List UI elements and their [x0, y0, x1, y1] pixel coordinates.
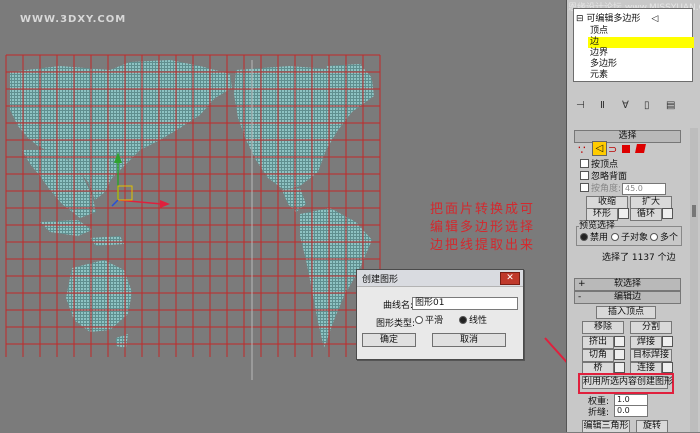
- crease-label: 折缝:: [588, 408, 610, 418]
- edge-mode-icon: ◁: [651, 14, 659, 24]
- stack-item-vertex[interactable]: 顶点: [590, 26, 608, 37]
- stack-toolbar: ⊣ Ⅱ ∀ ▯ ▤: [574, 100, 692, 114]
- transform-gizmo: [111, 152, 170, 208]
- configure-sets-icon[interactable]: ▤: [666, 100, 675, 111]
- make-unique-icon[interactable]: ∀: [622, 100, 629, 111]
- ring-spinner[interactable]: [618, 208, 629, 219]
- angle-spinner[interactable]: 45.0: [622, 183, 666, 195]
- weld-settings-icon[interactable]: [662, 336, 673, 347]
- selection-rollout-header[interactable]: 选择: [574, 130, 681, 143]
- preview-multi-radio[interactable]: 多个: [650, 233, 678, 244]
- dialog-titlebar[interactable]: 创建图形 ✕: [357, 270, 523, 287]
- remove-modifier-icon[interactable]: ▯: [644, 100, 650, 111]
- preview-subobject-radio[interactable]: 子对象: [611, 233, 648, 244]
- stack-root[interactable]: ⊟ 可编辑多边形 ◁: [576, 14, 658, 25]
- select-border-icon[interactable]: ⊃: [608, 143, 617, 156]
- selection-status: 选择了 1137 个边: [602, 253, 676, 263]
- select-vertex-icon[interactable]: ∵: [578, 143, 586, 157]
- panel-scrollbar[interactable]: [690, 128, 698, 432]
- split-button[interactable]: 分割: [630, 321, 672, 334]
- annotation-text: 把面片转换成可 编辑多边形选择 边把线提取出来: [430, 201, 540, 255]
- watermark-text: WWW.3DXY.COM: [20, 14, 127, 25]
- preview-selection-label: 预览选择: [579, 221, 616, 231]
- turn-button[interactable]: 旋转: [636, 420, 668, 433]
- extrude-settings-icon[interactable]: [614, 336, 625, 347]
- remove-button[interactable]: 移除: [582, 321, 624, 334]
- select-edge-icon[interactable]: ◁: [592, 141, 607, 156]
- shape-type-label: 图形类型:: [376, 319, 416, 329]
- target-weld-button[interactable]: 目标焊接: [630, 349, 672, 362]
- linear-radio[interactable]: 线性: [459, 316, 487, 327]
- curve-name-input[interactable]: 图形01: [412, 297, 518, 310]
- insert-vertex-button[interactable]: 插入顶点: [596, 306, 656, 319]
- chamfer-button[interactable]: 切角: [582, 349, 614, 362]
- stack-item-edge[interactable]: 边: [588, 37, 694, 48]
- viewport-perspective[interactable]: WWW.3DXY.COM 把面片转换成可 编辑多边形选择 边把线提取出来: [0, 0, 566, 432]
- ok-button[interactable]: 确定: [362, 333, 416, 347]
- land-masses: [10, 60, 374, 348]
- weld-button[interactable]: 焊接: [630, 336, 662, 349]
- show-end-result-icon[interactable]: Ⅱ: [600, 100, 605, 111]
- select-element-icon[interactable]: [635, 144, 646, 153]
- annotation-line-3: 边把线提取出来: [430, 238, 536, 253]
- expand-minus-icon[interactable]: ⊟: [576, 14, 584, 24]
- close-icon[interactable]: ✕: [500, 272, 520, 285]
- annotation-line-1: 把面片转换成可: [430, 202, 536, 217]
- ignore-backfacing-checkbox[interactable]: 忽略背面: [580, 171, 627, 183]
- curve-name-label: 曲线名:: [383, 301, 414, 311]
- extrude-button[interactable]: 挤出: [582, 336, 614, 349]
- chamfer-settings-icon[interactable]: [614, 349, 625, 360]
- edit-triangulation-button[interactable]: 编辑三角形: [582, 420, 630, 433]
- dialog-title: 创建图形: [362, 275, 399, 285]
- ring-button[interactable]: 环形: [586, 208, 618, 221]
- cancel-button[interactable]: 取消: [432, 333, 506, 347]
- soft-selection-rollout-header[interactable]: + 软选择: [574, 278, 681, 291]
- smooth-radio[interactable]: 平滑: [415, 316, 443, 327]
- loop-spinner[interactable]: [662, 208, 673, 219]
- select-polygon-icon[interactable]: [622, 145, 630, 153]
- panel-scroll-thumb[interactable]: [692, 205, 696, 217]
- annotation-line-2: 编辑多边形选择: [430, 220, 536, 235]
- stack-item-polygon[interactable]: 多边形: [590, 59, 617, 70]
- by-angle-checkbox[interactable]: 按角度:: [580, 183, 621, 195]
- by-vertex-checkbox[interactable]: 按顶点: [580, 159, 618, 171]
- connect-settings-icon[interactable]: [662, 362, 673, 373]
- loop-button[interactable]: 循环: [630, 208, 662, 221]
- stack-item-border[interactable]: 边界: [590, 48, 608, 59]
- pin-stack-icon[interactable]: ⊣: [576, 100, 585, 111]
- edit-edges-rollout-header[interactable]: - 编辑边: [574, 291, 681, 304]
- preview-disabled-radio[interactable]: 禁用: [580, 233, 608, 244]
- modifier-stack[interactable]: ⊟ 可编辑多边形 ◁ 顶点 边 边界 多边形 元素: [573, 8, 694, 82]
- bridge-settings-icon[interactable]: [614, 362, 625, 373]
- pointer-arrow: [544, 337, 566, 363]
- stack-item-element[interactable]: 元素: [590, 70, 608, 81]
- create-shape-from-selection-button[interactable]: 利用所选内容创建图形: [582, 376, 673, 389]
- crease-spinner[interactable]: 0.0: [614, 405, 648, 417]
